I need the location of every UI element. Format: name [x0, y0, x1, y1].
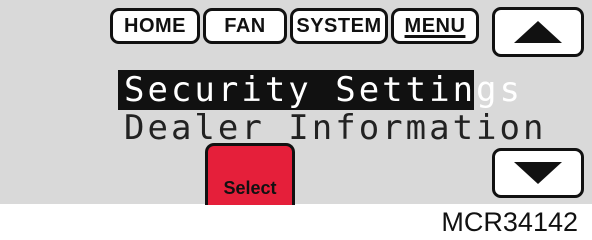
tab-menu[interactable]: MENU: [391, 8, 479, 44]
tab-system-label: SYSTEM: [296, 14, 382, 37]
menu-item-next[interactable]: Dealer Information: [124, 108, 546, 148]
down-arrow-button[interactable]: [492, 148, 584, 198]
down-arrow-icon: [514, 162, 562, 184]
select-button[interactable]: Select: [205, 143, 295, 205]
tab-fan[interactable]: FAN: [203, 8, 287, 44]
thermostat-screen: HOME FAN SYSTEM MENU Security Settings D…: [0, 0, 592, 205]
figure-code: MCR34142: [441, 207, 578, 237]
tab-home-label: HOME: [124, 14, 186, 37]
up-arrow-button[interactable]: [492, 7, 584, 57]
tab-fan-label: FAN: [224, 14, 266, 37]
menu-item-selected[interactable]: Security Settings: [118, 70, 520, 110]
tab-home[interactable]: HOME: [110, 8, 200, 44]
tab-system[interactable]: SYSTEM: [290, 8, 388, 44]
up-arrow-icon: [514, 21, 562, 43]
tab-menu-label: MENU: [404, 14, 466, 37]
select-button-label: Select: [223, 178, 277, 198]
